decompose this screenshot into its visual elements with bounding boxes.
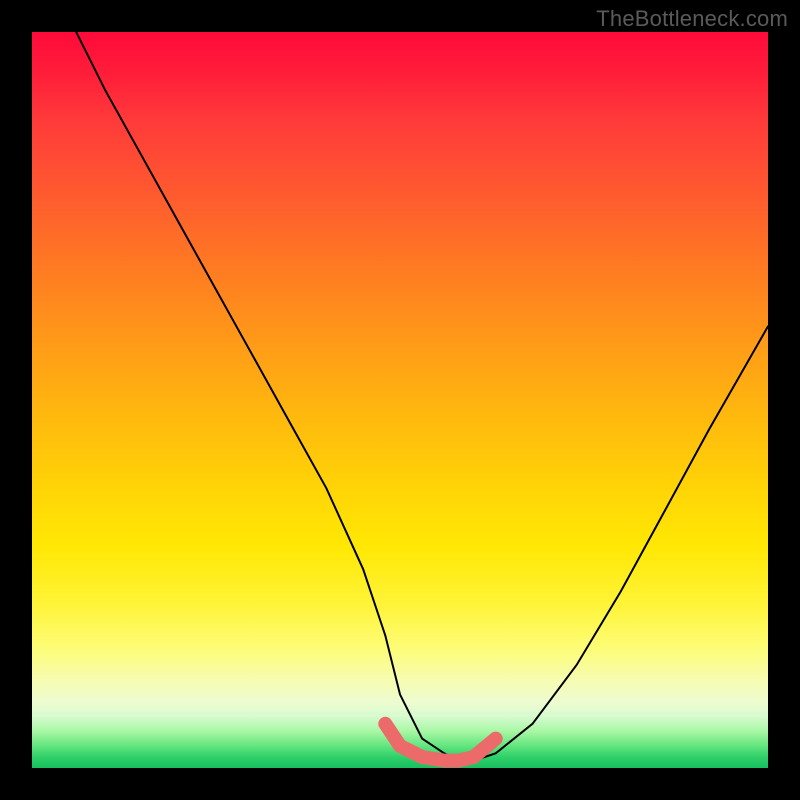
watermark-text: TheBottleneck.com [596,6,788,32]
plot-area [32,32,768,768]
chart-svg [32,32,768,768]
optimal-range-marker [385,724,495,761]
bottleneck-curve [76,32,768,761]
chart-frame: TheBottleneck.com [0,0,800,800]
